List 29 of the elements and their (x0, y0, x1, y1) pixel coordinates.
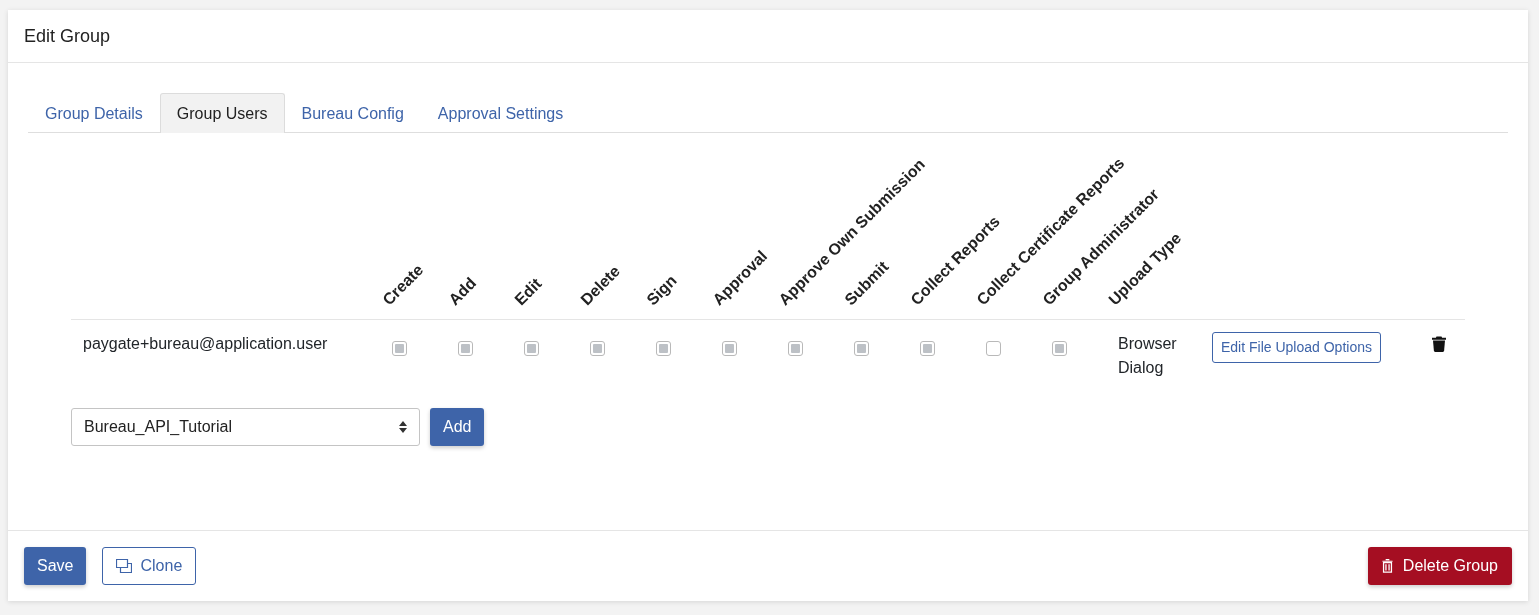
trash-icon[interactable] (1432, 336, 1446, 352)
permission-checkbox[interactable] (1052, 341, 1067, 356)
permission-checkbox[interactable] (392, 341, 407, 356)
save-button[interactable]: Save (24, 547, 87, 585)
tab[interactable]: Bureau Config (284, 93, 421, 133)
permission-checkbox[interactable] (524, 341, 539, 356)
permission-checkbox[interactable] (788, 341, 803, 356)
upload-type: Browser Dialog (1118, 334, 1178, 378)
tab[interactable]: Approval Settings (420, 93, 581, 133)
permission-checkbox[interactable] (722, 341, 737, 356)
dialog-title: Edit Group (24, 25, 111, 47)
permission-checkbox[interactable] (854, 341, 869, 356)
column-header: Edit (511, 274, 546, 309)
user-email: paygate+bureau@application.user (83, 335, 328, 352)
copy-icon (116, 559, 133, 573)
tab[interactable]: Group Details (28, 93, 160, 133)
trash-icon (1381, 559, 1393, 573)
permission-checkbox[interactable] (656, 341, 671, 356)
delete-group-button[interactable]: Delete Group (1367, 547, 1512, 585)
group-select[interactable]: Bureau_API_Tutorial (71, 408, 420, 446)
permission-checkbox[interactable] (590, 341, 605, 356)
edit-upload-options-button[interactable]: Edit File Upload Options (1212, 332, 1381, 363)
permission-checkbox[interactable] (920, 341, 935, 356)
up-down-caret-icon (399, 421, 407, 433)
clone-button[interactable]: Clone (102, 547, 197, 585)
tab[interactable]: Group Users (159, 93, 285, 133)
permission-checkbox[interactable] (458, 341, 473, 356)
add-button[interactable]: Add (430, 408, 485, 446)
permission-checkbox[interactable] (986, 341, 1001, 356)
